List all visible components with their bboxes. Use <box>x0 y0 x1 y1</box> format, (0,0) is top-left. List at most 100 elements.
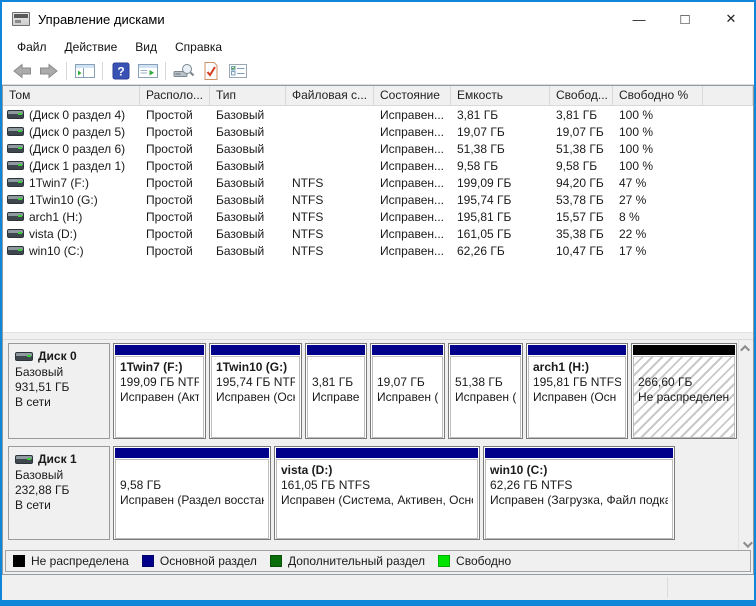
scroll-up-icon[interactable] <box>739 340 754 356</box>
export-list-icon[interactable] <box>134 60 161 83</box>
column-header-6[interactable]: Свобод... <box>550 86 613 105</box>
vertical-scrollbar[interactable] <box>738 340 753 552</box>
partition-cell[interactable]: win10 (C:)62,26 ГБ NTFSИсправен (Загрузк… <box>483 446 675 540</box>
partition-size: 51,38 ГБ <box>455 375 516 390</box>
disk-capacity: 232,88 ГБ <box>15 483 103 498</box>
volume-row[interactable]: vista (D:)ПростойБазовыйNTFSИсправен...1… <box>3 225 753 242</box>
partition-cell[interactable]: 9,58 ГБИсправен (Раздел восстан <box>113 446 271 540</box>
column-header-5[interactable]: Емкость <box>451 86 550 105</box>
volume-cell: 27 % <box>613 193 703 207</box>
volume-icon <box>7 161 24 170</box>
column-header-7[interactable]: Свободно % <box>613 86 703 105</box>
volume-icon <box>7 178 24 187</box>
partition-cell[interactable]: vista (D:)161,05 ГБ NTFSИсправен (Систем… <box>274 446 480 540</box>
column-header-4[interactable]: Состояние <box>374 86 451 105</box>
column-header-0[interactable]: Том <box>3 86 140 105</box>
partition-title <box>377 360 438 375</box>
partition-size: 62,26 ГБ NTFS <box>490 478 668 493</box>
volume-row[interactable]: (Диск 0 раздел 4)ПростойБазовыйИсправен.… <box>3 106 753 123</box>
checklist-icon[interactable] <box>224 60 251 83</box>
partition-cell[interactable]: 266,60 ГБНе распределен <box>631 343 737 439</box>
maximize-button[interactable]: □ <box>662 2 708 36</box>
volume-cell: NTFS <box>286 176 374 190</box>
volume-cell: Исправен... <box>374 176 451 190</box>
volume-cell: Исправен... <box>374 159 451 173</box>
partition-title: arch1 (H:) <box>533 360 621 375</box>
volume-list-empty-area <box>3 259 753 332</box>
partition-status: Исправен (Система, Активен, Осно <box>281 493 473 508</box>
disk-name: Диск 0 <box>15 349 103 363</box>
graphical-view-pane: Диск 0Базовый931,51 ГБВ сети1Twin7 (F:)1… <box>3 340 753 574</box>
volume-cell: NTFS <box>286 210 374 224</box>
partition-cell[interactable]: 1Twin10 (G:)195,74 ГБ NTFSИсправен (Осн <box>209 343 302 439</box>
back-icon[interactable] <box>8 60 35 83</box>
column-header-filler[interactable] <box>703 86 753 105</box>
disk-icon <box>15 352 33 361</box>
partition-cell[interactable]: 3,81 ГБИсправен <box>305 343 367 439</box>
volume-label: 1Twin7 (F:) <box>29 176 89 190</box>
partition-status: Исправен (Осн <box>533 390 621 405</box>
volume-row[interactable]: 1Twin7 (F:)ПростойБазовыйNTFSИсправен...… <box>3 174 753 191</box>
volume-label: (Диск 0 раздел 4) <box>29 108 125 122</box>
disk-name-text: Диск 0 <box>38 349 77 363</box>
primary-partition-band <box>115 345 204 355</box>
volume-cell: Базовый <box>210 159 286 173</box>
volume-name-cell: 1Twin7 (F:) <box>3 176 140 190</box>
volume-row[interactable]: win10 (C:)ПростойБазовыйNTFSИсправен...6… <box>3 242 753 259</box>
volume-cell: 9,58 ГБ <box>550 159 613 173</box>
volume-cell: 10,47 ГБ <box>550 244 613 258</box>
partition-status: Исправен (Раздел восстан <box>120 493 264 508</box>
toolbar-separator <box>66 62 67 80</box>
volume-cell: Базовый <box>210 210 286 224</box>
main-content-frame: ТомРасполо...ТипФайловая с...СостояниеЕм… <box>2 85 754 575</box>
partitions-strip: 1Twin7 (F:)199,09 ГБ NTFSИсправен (Акт1T… <box>113 343 737 439</box>
console-tree-icon[interactable] <box>71 60 98 83</box>
volume-row[interactable]: (Диск 1 раздел 1)ПростойБазовыйИсправен.… <box>3 157 753 174</box>
volume-row[interactable]: (Диск 0 раздел 6)ПростойБазовыйИсправен.… <box>3 140 753 157</box>
rescan-disks-icon[interactable] <box>170 60 197 83</box>
volume-icon <box>7 144 24 153</box>
menu-item-2[interactable]: Вид <box>126 38 166 56</box>
volume-cell: 35,38 ГБ <box>550 227 613 241</box>
volume-row[interactable]: (Диск 0 раздел 5)ПростойБазовыйИсправен.… <box>3 123 753 140</box>
volume-name-cell: win10 (C:) <box>3 244 140 258</box>
disk-label-0[interactable]: Диск 0Базовый931,51 ГБВ сети <box>8 343 110 439</box>
volume-cell: Исправен... <box>374 227 451 241</box>
partition-cell[interactable]: 51,38 ГБИсправен (О <box>448 343 523 439</box>
volume-cell: 62,26 ГБ <box>451 244 550 258</box>
partition-cell[interactable]: arch1 (H:)195,81 ГБ NTFSИсправен (Осн <box>526 343 628 439</box>
column-header-1[interactable]: Располо... <box>140 86 210 105</box>
check-report-icon[interactable] <box>197 60 224 83</box>
volume-label: (Диск 0 раздел 5) <box>29 125 125 139</box>
volume-cell: Исправен... <box>374 125 451 139</box>
volume-row[interactable]: 1Twin10 (G:)ПростойБазовыйNTFSИсправен..… <box>3 191 753 208</box>
menu-item-3[interactable]: Справка <box>166 38 231 56</box>
column-header-3[interactable]: Файловая с... <box>286 86 374 105</box>
volume-cell: Простой <box>140 244 210 258</box>
volume-cell: 100 % <box>613 142 703 156</box>
forward-icon[interactable] <box>35 60 62 83</box>
volume-cell: Простой <box>140 227 210 241</box>
volume-cell: Базовый <box>210 176 286 190</box>
partition-cell[interactable]: 1Twin7 (F:)199,09 ГБ NTFSИсправен (Акт <box>113 343 206 439</box>
primary-partition-band <box>450 345 521 355</box>
help-icon[interactable]: ? <box>107 60 134 83</box>
menu-item-1[interactable]: Действие <box>56 38 127 56</box>
disk-type: Базовый <box>15 365 103 380</box>
volume-label: arch1 (H:) <box>29 210 82 224</box>
menu-item-0[interactable]: Файл <box>8 38 56 56</box>
disk-name-text: Диск 1 <box>38 452 77 466</box>
volume-cell: Исправен... <box>374 108 451 122</box>
disk-label-1[interactable]: Диск 1Базовый232,88 ГБВ сети <box>8 446 110 540</box>
volume-icon <box>7 246 24 255</box>
minimize-button[interactable]: — <box>616 2 662 36</box>
volume-row[interactable]: arch1 (H:)ПростойБазовыйNTFSИсправен...1… <box>3 208 753 225</box>
close-button[interactable]: ✕ <box>708 2 754 36</box>
legend-item-2: Дополнительный раздел <box>270 554 425 568</box>
volume-cell: 3,81 ГБ <box>550 108 613 122</box>
volume-cell: 94,20 ГБ <box>550 176 613 190</box>
primary-partition-band <box>307 345 365 355</box>
column-header-2[interactable]: Тип <box>210 86 286 105</box>
partition-cell[interactable]: 19,07 ГБИсправен ( <box>370 343 445 439</box>
pane-splitter[interactable] <box>3 332 753 340</box>
